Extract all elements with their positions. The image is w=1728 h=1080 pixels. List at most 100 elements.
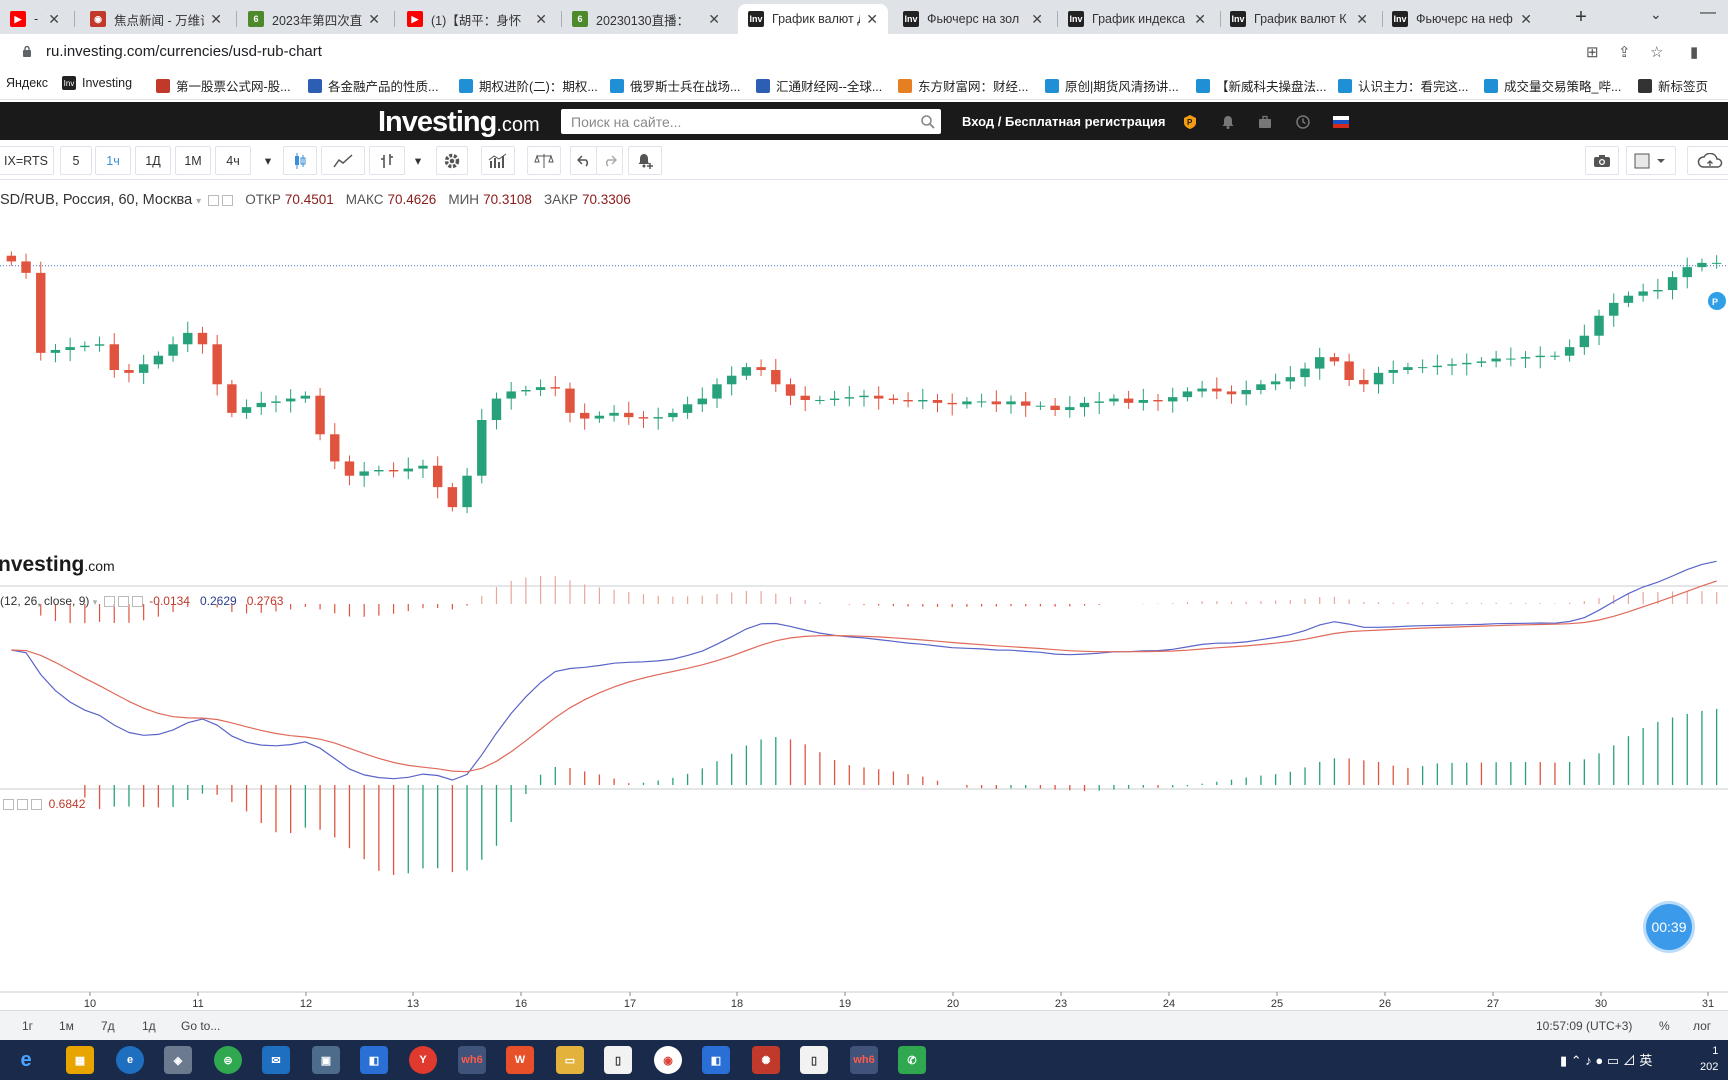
- bookmark-item[interactable]: 第一股票公式网-股...: [156, 76, 291, 95]
- browser-tab[interactable]: 6 2023年第四次直播 ✕: [238, 4, 390, 34]
- bookmark-item[interactable]: 新标签页: [1638, 76, 1708, 95]
- bookmark-item[interactable]: 汇通财经网--全球...: [756, 76, 882, 95]
- close-tab-icon[interactable]: ✕: [210, 11, 222, 28]
- file-icon[interactable]: ▯: [800, 1046, 828, 1074]
- app-icon[interactable]: ◧: [360, 1046, 388, 1074]
- compare-scales-icon[interactable]: [527, 146, 561, 175]
- close-tab-icon[interactable]: ✕: [1194, 11, 1206, 28]
- investing-pro-icon[interactable]: P: [1182, 114, 1198, 130]
- close-tab-icon[interactable]: ✕: [866, 11, 878, 28]
- side-panel-icon[interactable]: ▮: [1690, 43, 1698, 61]
- folder-icon[interactable]: ▭: [556, 1046, 584, 1074]
- share-icon[interactable]: ⇪: [1618, 43, 1631, 61]
- briefcase-icon[interactable]: [1257, 114, 1273, 130]
- bookmark-item[interactable]: 期权进阶(二)：期权...: [459, 76, 598, 95]
- browser-tab[interactable]: ◉ 焦点新闻 - 万维读 ✕: [80, 4, 232, 34]
- candles-chart-type-button[interactable]: [283, 146, 317, 175]
- macd-hide-icon[interactable]: [117, 596, 129, 608]
- undo-icon[interactable]: [570, 146, 597, 175]
- bookmark-item[interactable]: 原创|期货风清扬讲...: [1045, 76, 1179, 95]
- bookmark-item[interactable]: 【新威科夫操盘法...: [1196, 76, 1326, 95]
- bookmark-item[interactable]: 各金融产品的性质...: [308, 76, 438, 95]
- wps-icon[interactable]: W: [506, 1046, 534, 1074]
- legend-settings-icon[interactable]: [208, 194, 220, 206]
- ao-hide-icon[interactable]: [17, 799, 28, 811]
- new-tab-button[interactable]: +: [1567, 4, 1595, 30]
- app-icon[interactable]: ⊜: [214, 1046, 242, 1074]
- browser-tab[interactable]: Inv Фьючерс на неф ✕: [1382, 4, 1542, 34]
- ao-settings-icon[interactable]: [3, 799, 14, 811]
- app-icon[interactable]: ◈: [164, 1046, 192, 1074]
- goto-date-button[interactable]: Go to...: [181, 1019, 220, 1033]
- close-tab-icon[interactable]: ✕: [535, 11, 547, 28]
- interval-button[interactable]: 1ч: [95, 146, 131, 175]
- browser-tab[interactable]: Inv Фьючерс на зол ✕: [893, 4, 1053, 34]
- browser-tab[interactable]: 6 20230130直播： ✕: [562, 4, 730, 34]
- app-icon[interactable]: ◧: [702, 1046, 730, 1074]
- interval-button[interactable]: 4ч: [215, 146, 251, 175]
- search-icon[interactable]: [920, 114, 936, 130]
- site-search-input[interactable]: [561, 109, 941, 134]
- bookmark-item[interactable]: Яндекс: [6, 76, 48, 90]
- interval-button[interactable]: 5: [60, 146, 92, 175]
- input-language[interactable]: 英: [1639, 1053, 1652, 1068]
- yandex-icon[interactable]: Y: [409, 1046, 437, 1074]
- translate-icon[interactable]: ⊞: [1586, 43, 1599, 61]
- browser-tab[interactable]: ▶ - YouTub ✕: [0, 4, 70, 34]
- indicators-icon[interactable]: [481, 146, 515, 175]
- camera-icon[interactable]: [1585, 146, 1619, 175]
- ie-browser-icon[interactable]: e: [12, 1046, 40, 1074]
- close-tab-icon[interactable]: ✕: [1356, 11, 1368, 28]
- system-clock[interactable]: 1 202: [1700, 1043, 1718, 1075]
- close-tab-icon[interactable]: ✕: [1520, 11, 1532, 28]
- wh6-icon[interactable]: wh6: [458, 1046, 486, 1074]
- wh6-icon[interactable]: wh6: [850, 1046, 878, 1074]
- close-tab-icon[interactable]: ✕: [1031, 11, 1043, 28]
- legend-dropdown-icon[interactable]: ▾: [196, 196, 201, 207]
- bookmark-item[interactable]: 东方财富网：财经...: [898, 76, 1028, 95]
- bookmark-item[interactable]: 成交量交易策略_哔...: [1484, 76, 1621, 95]
- time-range-button[interactable]: 1г: [22, 1019, 33, 1033]
- bookmark-item[interactable]: 认识主力：看完这...: [1338, 76, 1468, 95]
- app-icon[interactable]: ▣: [312, 1046, 340, 1074]
- log-scale-toggle[interactable]: лог: [1693, 1019, 1711, 1033]
- macd-settings-icon[interactable]: [103, 596, 115, 608]
- bookmark-item[interactable]: 俄罗斯士兵在战场...: [610, 76, 740, 95]
- ao-close-icon[interactable]: [31, 799, 42, 811]
- window-minimize-button[interactable]: —: [1700, 4, 1716, 22]
- chrome-icon[interactable]: ◉: [654, 1046, 682, 1074]
- browser-tab[interactable]: Inv График валют К ✕: [1220, 4, 1378, 34]
- price-pane[interactable]: [0, 251, 1728, 514]
- browser-tab[interactable]: Inv График валют Д ✕: [738, 4, 888, 34]
- legend-hide-icon[interactable]: [222, 194, 234, 206]
- drawing-tools-icon[interactable]: [321, 146, 365, 175]
- dropdown-chevron-icon[interactable]: ▾: [252, 146, 284, 175]
- close-tab-icon[interactable]: ✕: [368, 11, 380, 28]
- bookmark-star-icon[interactable]: ☆: [1650, 43, 1663, 61]
- bar-chart-type-icon[interactable]: [369, 146, 405, 175]
- symbol-selector[interactable]: IX=RTS: [0, 146, 54, 175]
- file-icon[interactable]: ▯: [604, 1046, 632, 1074]
- wechat-icon[interactable]: ✆: [898, 1046, 926, 1074]
- bell-icon[interactable]: [1220, 114, 1236, 130]
- awesome-oscillator-pane[interactable]: [11, 708, 1718, 875]
- time-range-button[interactable]: 7д: [101, 1019, 115, 1033]
- settings-gear-icon[interactable]: [436, 146, 468, 175]
- time-range-button[interactable]: 1м: [59, 1019, 74, 1033]
- system-tray[interactable]: ▮ ⌃ ♪ ● ▭ ⊿ 英: [1560, 1050, 1652, 1069]
- alert-bell-icon[interactable]: [628, 146, 662, 175]
- investing-logo[interactable]: Investing.com: [378, 106, 540, 139]
- tab-search-chevron-icon[interactable]: ⌄: [1650, 6, 1662, 23]
- redo-icon[interactable]: [596, 146, 623, 175]
- edge-icon[interactable]: e: [116, 1046, 144, 1074]
- macd-close-icon[interactable]: [131, 596, 143, 608]
- interval-button[interactable]: 1М: [175, 146, 211, 175]
- interval-button[interactable]: 1Д: [135, 146, 171, 175]
- time-range-button[interactable]: 1д: [142, 1019, 156, 1033]
- russia-flag-icon[interactable]: [1333, 114, 1349, 130]
- macd-dropdown-icon[interactable]: ▾: [93, 597, 98, 607]
- close-tab-icon[interactable]: ✕: [708, 11, 720, 28]
- store-icon[interactable]: ▦: [66, 1046, 94, 1074]
- clock-icon[interactable]: [1295, 114, 1311, 130]
- browser-tab[interactable]: Inv График индекса ✕: [1058, 4, 1216, 34]
